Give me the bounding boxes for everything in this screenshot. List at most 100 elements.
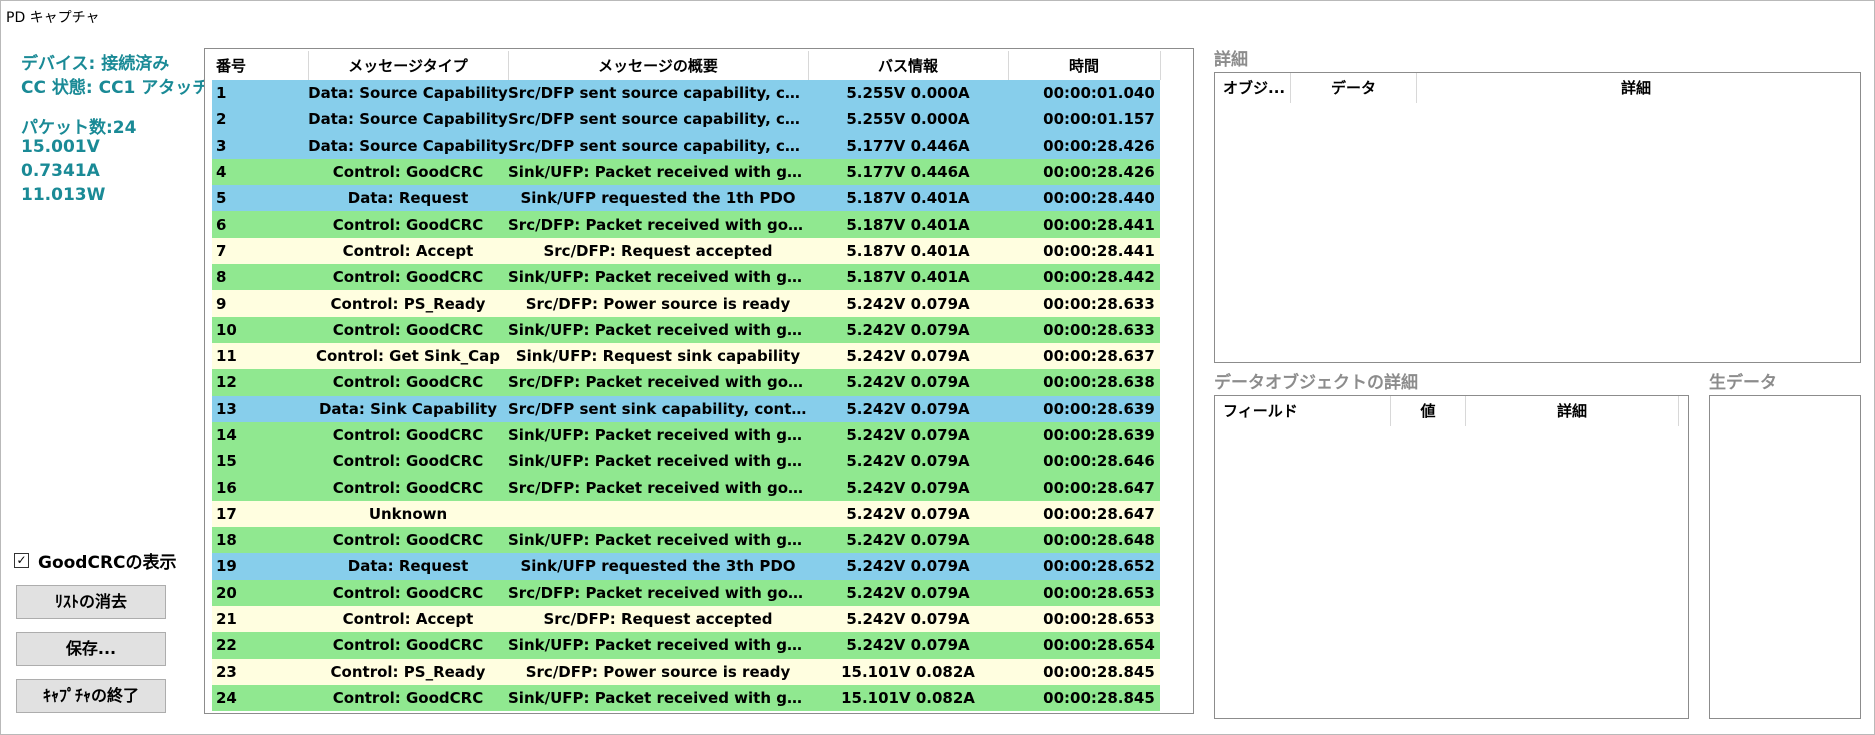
column-header-data[interactable]: データ — [1291, 73, 1417, 103]
message-summary-cell: Src/DFP: Packet received with good... — [508, 474, 808, 501]
data-object-list[interactable]: フィールド 値 詳細 — [1214, 395, 1689, 719]
packet-number-cell: 21 — [212, 605, 308, 633]
packet-list[interactable]: 番号 メッセージタイプ メッセージの概要 バス情報 時間 1 Data: Sour… — [204, 48, 1194, 714]
packet-number-cell: 23 — [212, 658, 308, 685]
show-goodcrc-checkbox[interactable]: ✓ GoodCRCの表示 — [14, 548, 177, 573]
details-title: 詳細 — [1214, 50, 1248, 70]
message-type-cell: Data: Sink Capability — [308, 395, 508, 422]
column-header-number[interactable]: 番号 — [212, 51, 309, 80]
time-cell: 00:00:01.157 — [1008, 106, 1160, 133]
message-summary-cell: Src/DFP: Request accepted — [508, 605, 808, 633]
raw-data-box[interactable] — [1709, 395, 1861, 719]
time-cell: 00:00:01.040 — [1008, 80, 1160, 107]
bus-info-cell: 5.177V 0.446A — [808, 158, 1008, 186]
column-header-summary[interactable]: メッセージの概要 — [508, 51, 809, 80]
message-type-cell: Control: GoodCRC — [308, 684, 508, 712]
table-row[interactable]: 14 Control: GoodCRC Sink/UFP: Packet recei… — [212, 421, 1160, 449]
message-summary-cell: Src/DFP: Packet received with good... — [508, 211, 808, 238]
message-summary-cell: Sink/UFP: Packet received with goo... — [508, 632, 808, 659]
table-row[interactable]: 15 Control: GoodCRC Sink/UFP: Packet recei… — [212, 448, 1160, 475]
message-type-cell: Control: Get Sink_Cap — [308, 342, 508, 370]
message-summary-cell — [508, 500, 808, 528]
table-row[interactable]: 16 Control: GoodCRC Src/DFP: Packet receiv… — [212, 474, 1160, 501]
details-header-row: オブジ... データ 詳細 — [1215, 73, 1855, 103]
column-header-time[interactable]: 時間 — [1008, 51, 1161, 80]
packet-number-cell: 16 — [212, 474, 308, 501]
column-header-detail[interactable]: 詳細 — [1417, 73, 1855, 103]
packet-number-cell: 8 — [212, 264, 308, 291]
table-row[interactable]: 20 Control: GoodCRC Src/DFP: Packet receiv… — [212, 579, 1160, 606]
message-type-cell: Control: GoodCRC — [308, 211, 508, 238]
message-summary-cell: Sink/UFP: Packet received with goo... — [508, 421, 808, 449]
column-header-bus-info[interactable]: バス情報 — [808, 51, 1009, 80]
message-type-cell: Control: GoodCRC — [308, 158, 508, 186]
table-row[interactable]: 24 Control: GoodCRC Sink/UFP: Packet recei… — [212, 684, 1160, 712]
table-row[interactable]: 13 Data: Sink Capability Src/DFP sent sink… — [212, 395, 1160, 422]
column-header-field[interactable]: フィールド — [1215, 396, 1391, 426]
message-summary-cell: Sink/UFP: Packet received with goo... — [508, 264, 808, 291]
message-summary-cell: Src/DFP: Power source is ready — [508, 658, 808, 685]
end-capture-button[interactable]: ｷｬﾌﾟﾁｬの終了 — [16, 679, 166, 713]
device-status: デバイス: 接続済み — [21, 54, 170, 74]
message-type-cell: Control: GoodCRC — [308, 448, 508, 475]
packet-number-cell: 12 — [212, 369, 308, 396]
table-row[interactable]: 7 Control: Accept Src/DFP: Request accepte… — [212, 237, 1160, 265]
time-cell: 00:00:28.638 — [1008, 369, 1160, 396]
bus-info-cell: 5.242V 0.079A — [808, 527, 1008, 554]
bus-info-cell: 5.242V 0.079A — [808, 605, 1008, 633]
message-type-cell: Data: Source Capability — [308, 80, 508, 107]
table-row[interactable]: 10 Control: GoodCRC Sink/UFP: Packet recei… — [212, 316, 1160, 343]
table-row[interactable]: 21 Control: Accept Src/DFP: Request accept… — [212, 605, 1160, 633]
time-cell: 00:00:28.442 — [1008, 264, 1160, 291]
bus-info-cell: 5.187V 0.401A — [808, 211, 1008, 238]
time-cell: 00:00:28.440 — [1008, 185, 1160, 212]
message-type-cell: Data: Source Capability — [308, 132, 508, 159]
message-summary-cell: Src/DFP sent source capability, con... — [508, 80, 808, 107]
bus-info-cell: 5.187V 0.401A — [808, 185, 1008, 212]
check-icon: ✓ — [16, 552, 27, 567]
details-list[interactable]: オブジ... データ 詳細 — [1214, 72, 1861, 363]
packet-number-cell: 1 — [212, 80, 308, 107]
message-type-cell: Data: Request — [308, 553, 508, 580]
table-row[interactable]: 5 Data: Request Sink/UFP requested the 1th… — [212, 185, 1160, 212]
bus-info-cell: 15.101V 0.082A — [808, 658, 1008, 685]
column-header-field-detail[interactable]: 詳細 — [1466, 396, 1679, 426]
current-reading: 0.7341A — [21, 161, 100, 181]
title-bar[interactable]: PD キャプチャ — [0, 0, 1875, 34]
table-row[interactable]: 11 Control: Get Sink_Cap Sink/UFP: Request… — [212, 342, 1160, 370]
packet-number-cell: 15 — [212, 448, 308, 475]
bus-info-cell: 5.242V 0.079A — [808, 395, 1008, 422]
table-row[interactable]: 9 Control: PS_Ready Src/DFP: Power source … — [212, 290, 1160, 317]
bus-info-cell: 5.242V 0.079A — [808, 632, 1008, 659]
table-row[interactable]: 3 Data: Source Capability Src/DFP sent sou… — [212, 132, 1160, 159]
packet-number-cell: 10 — [212, 316, 308, 343]
time-cell: 00:00:28.633 — [1008, 290, 1160, 317]
packet-number-cell: 22 — [212, 632, 308, 659]
data-object-header-row: フィールド 値 詳細 — [1215, 396, 1679, 426]
table-row[interactable]: 23 Control: PS_Ready Src/DFP: Power source… — [212, 658, 1160, 685]
bus-info-cell: 5.242V 0.079A — [808, 342, 1008, 370]
table-row[interactable]: 8 Control: GoodCRC Sink/UFP: Packet receiv… — [212, 264, 1160, 291]
table-row[interactable]: 1 Data: Source Capability Src/DFP sent sou… — [212, 80, 1160, 107]
message-summary-cell: Src/DFP sent sink capability, contai... — [508, 395, 808, 422]
table-row[interactable]: 12 Control: GoodCRC Src/DFP: Packet receiv… — [212, 369, 1160, 396]
clear-list-button[interactable]: ﾘｽﾄの消去 — [16, 585, 166, 619]
time-cell: 00:00:28.653 — [1008, 605, 1160, 633]
message-summary-cell: Sink/UFP: Packet received with goo... — [508, 527, 808, 554]
save-button[interactable]: 保存... — [16, 632, 166, 666]
message-type-cell: Control: GoodCRC — [308, 579, 508, 606]
time-cell: 00:00:28.646 — [1008, 448, 1160, 475]
table-row[interactable]: 18 Control: GoodCRC Sink/UFP: Packet recei… — [212, 527, 1160, 554]
show-goodcrc-label: GoodCRCの表示 — [38, 552, 177, 573]
table-row[interactable]: 2 Data: Source Capability Src/DFP sent sou… — [212, 106, 1160, 133]
table-row[interactable]: 17 Unknown 5.242V 0.079A 00:00:28.647 — [212, 500, 1160, 528]
checkbox-box[interactable]: ✓ — [14, 552, 29, 568]
message-type-cell: Control: PS_Ready — [308, 658, 508, 685]
column-header-object[interactable]: オブジ... — [1215, 73, 1291, 103]
column-header-message-type[interactable]: メッセージタイプ — [308, 51, 509, 80]
column-header-value[interactable]: 値 — [1391, 396, 1466, 426]
table-row[interactable]: 6 Control: GoodCRC Src/DFP: Packet receive… — [212, 211, 1160, 238]
table-row[interactable]: 22 Control: GoodCRC Sink/UFP: Packet recei… — [212, 632, 1160, 659]
table-row[interactable]: 4 Control: GoodCRC Sink/UFP: Packet receiv… — [212, 158, 1160, 186]
table-row[interactable]: 19 Data: Request Sink/UFP requested the 3t… — [212, 553, 1160, 580]
